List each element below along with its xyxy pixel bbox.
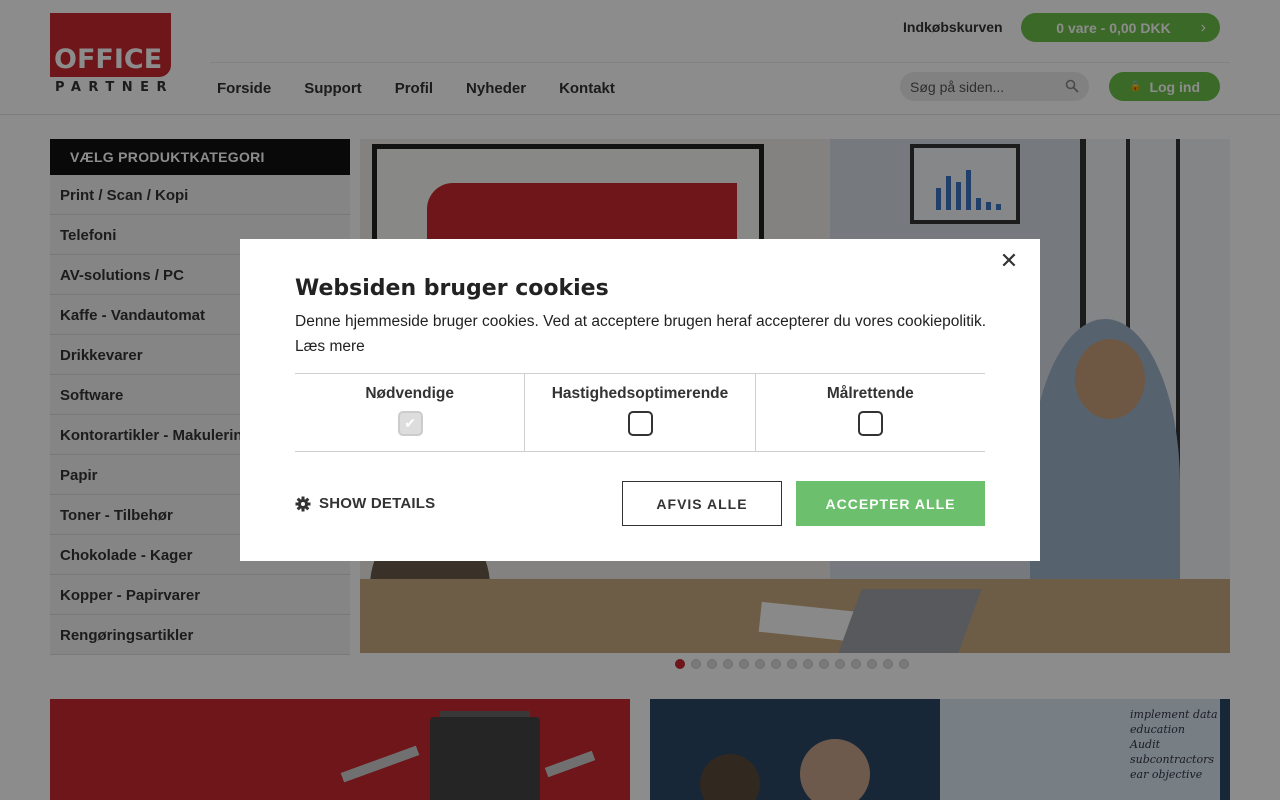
consent-label: Målrettende [826, 385, 914, 402]
cookie-dialog: Websiden bruger cookies Denne hjemmeside… [240, 239, 1040, 561]
consent-label: Hastighedsoptimerende [551, 385, 729, 402]
show-details-toggle[interactable]: SHOW DETAILS [295, 495, 435, 512]
consent-categories: Nødvendige ✔ Hastighedsoptimerende Målre… [295, 373, 985, 452]
close-icon[interactable]: ✕ [998, 250, 1020, 272]
cookie-dialog-title: Websiden bruger cookies [295, 276, 609, 301]
accept-all-button[interactable]: ACCEPTER ALLE [796, 481, 985, 526]
necessary-checkbox: ✔ [397, 411, 423, 436]
consent-performance: Hastighedsoptimerende [524, 374, 754, 451]
consent-necessary: Nødvendige ✔ [295, 374, 524, 451]
cookie-dialog-text: Denne hjemmeside bruger cookies. Ved at … [295, 309, 995, 359]
gear-icon [295, 496, 311, 511]
show-details-label: SHOW DETAILS [319, 495, 436, 512]
performance-checkbox[interactable] [627, 411, 653, 436]
cookie-description: Denne hjemmeside bruger cookies. Ved at … [295, 313, 987, 330]
consent-targeting: Målrettende [754, 374, 985, 451]
targeting-checkbox[interactable] [858, 411, 884, 436]
consent-label: Nødvendige [365, 385, 455, 402]
read-more-link[interactable]: Læs mere [295, 338, 365, 355]
reject-all-button[interactable]: AFVIS ALLE [622, 481, 782, 526]
